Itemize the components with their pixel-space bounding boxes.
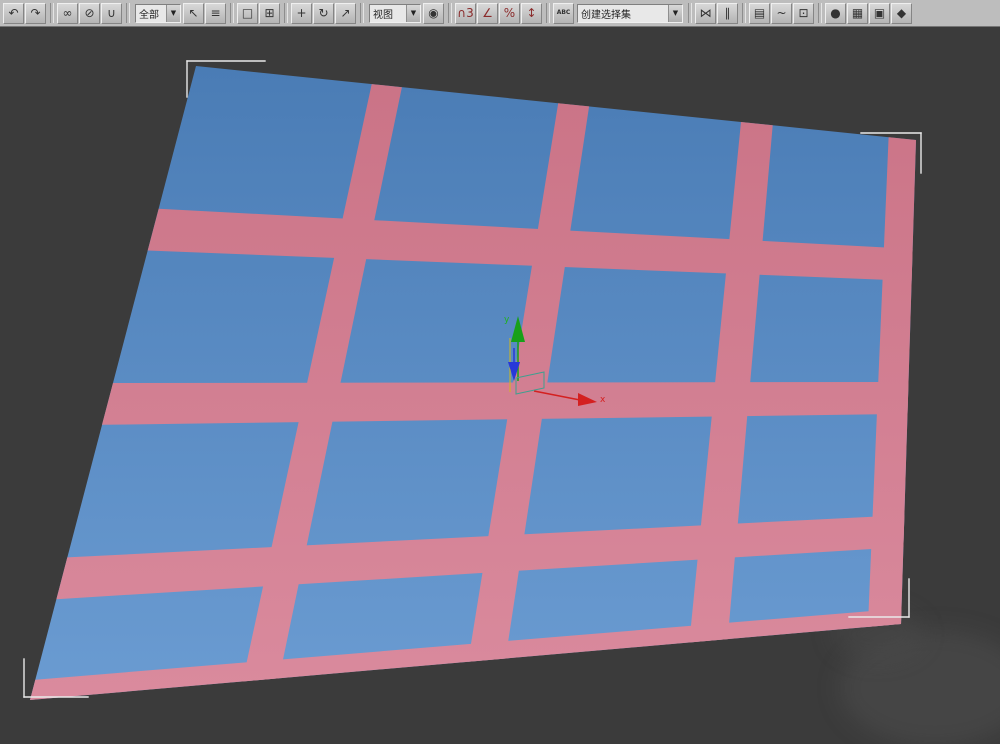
render-production-icon: ◆ <box>897 7 906 19</box>
select-and-scale-button[interactable]: ↗ <box>335 3 356 24</box>
toolbar-separator <box>284 3 288 23</box>
schematic-view-button[interactable]: ⊡ <box>793 3 814 24</box>
spinner-snap-icon: ↕ <box>526 7 536 19</box>
undo-button[interactable]: ↶ <box>3 3 24 24</box>
toolbar-separator <box>448 3 452 23</box>
layer-manager-button[interactable]: ▤ <box>749 3 770 24</box>
redo-icon: ↷ <box>30 7 40 19</box>
plane-object[interactable] <box>30 66 916 700</box>
use-pivot-center-icon: ◉ <box>428 7 438 19</box>
select-object-icon: ↖ <box>188 7 198 19</box>
angle-snap-icon: ∠ <box>482 7 493 19</box>
named-selection-sets-dropdown[interactable]: 创建选择集▼ <box>577 4 683 23</box>
layer-manager-icon: ▤ <box>754 7 765 19</box>
select-and-move-button[interactable]: + <box>291 3 312 24</box>
redo-button[interactable]: ↷ <box>25 3 46 24</box>
selection-filter-dropdown-value: 全部 <box>136 6 166 21</box>
align-button[interactable]: ∥ <box>717 3 738 24</box>
use-pivot-center-button[interactable]: ◉ <box>423 3 444 24</box>
mirror-icon: ⋈ <box>700 7 712 19</box>
selection-filter-dropdown[interactable]: 全部▼ <box>135 4 181 23</box>
material-editor-button[interactable]: ● <box>825 3 846 24</box>
main-toolbar: ↶↷∞⊘∪全部▼↖≡□⊞+↻↗视图▼◉∩3∠%↕ABC创建选择集▼⋈∥▤~⊡●▦… <box>0 0 1000 27</box>
toolbar-separator <box>360 3 364 23</box>
dropdown-arrow-icon[interactable]: ▼ <box>668 5 682 22</box>
select-and-link-icon: ∞ <box>63 7 73 19</box>
rendered-frame-button[interactable]: ▣ <box>869 3 890 24</box>
align-icon: ∥ <box>725 7 731 19</box>
select-and-scale-icon: ↗ <box>340 7 350 19</box>
rendered-frame-icon: ▣ <box>874 7 885 19</box>
bind-to-space-warp-icon: ∪ <box>107 7 116 19</box>
unlink-selection-button[interactable]: ⊘ <box>79 3 100 24</box>
curve-editor-icon: ~ <box>776 7 786 19</box>
toolbar-separator <box>126 3 130 23</box>
window-crossing-button[interactable]: ⊞ <box>259 3 280 24</box>
select-by-name-icon: ≡ <box>210 7 220 19</box>
select-and-rotate-button[interactable]: ↻ <box>313 3 334 24</box>
edit-named-selection-sets-icon: ABC <box>557 10 571 16</box>
reference-coordinate-dropdown[interactable]: 视图▼ <box>369 4 421 23</box>
gizmo-axis-label: x <box>600 395 606 405</box>
render-setup-icon: ▦ <box>852 7 863 19</box>
percent-snap-button[interactable]: % <box>499 3 520 24</box>
snap-toggle-button[interactable]: ∩3 <box>455 3 476 24</box>
edit-named-selection-sets-button[interactable]: ABC <box>553 3 574 24</box>
schematic-view-icon: ⊡ <box>798 7 808 19</box>
toolbar-separator <box>546 3 550 23</box>
reference-coordinate-dropdown-value: 视图 <box>370 6 406 21</box>
rectangular-selection-region-button[interactable]: □ <box>237 3 258 24</box>
percent-snap-icon: % <box>504 7 515 19</box>
viewport-canvas[interactable]: yx <box>0 27 1000 744</box>
toolbar-separator <box>818 3 822 23</box>
spinner-snap-button[interactable]: ↕ <box>521 3 542 24</box>
toolbar-separator <box>50 3 54 23</box>
mirror-button[interactable]: ⋈ <box>695 3 716 24</box>
rectangular-selection-region-icon: □ <box>242 7 253 19</box>
named-selection-sets-dropdown-value: 创建选择集 <box>578 6 668 21</box>
select-by-name-button[interactable]: ≡ <box>205 3 226 24</box>
perspective-viewport[interactable]: yx <box>0 27 1000 744</box>
dropdown-arrow-icon[interactable]: ▼ <box>166 5 180 22</box>
select-object-button[interactable]: ↖ <box>183 3 204 24</box>
toolbar-separator <box>688 3 692 23</box>
select-and-rotate-icon: ↻ <box>318 7 328 19</box>
window-crossing-icon: ⊞ <box>264 7 274 19</box>
unlink-selection-icon: ⊘ <box>84 7 94 19</box>
application-window: ↶↷∞⊘∪全部▼↖≡□⊞+↻↗视图▼◉∩3∠%↕ABC创建选择集▼⋈∥▤~⊡●▦… <box>0 0 1000 744</box>
curve-editor-button[interactable]: ~ <box>771 3 792 24</box>
toolbar-separator <box>230 3 234 23</box>
snap-toggle-icon: ∩3 <box>457 7 473 19</box>
render-production-button[interactable]: ◆ <box>891 3 912 24</box>
undo-icon: ↶ <box>8 7 18 19</box>
select-and-move-icon: + <box>296 7 306 19</box>
bind-to-space-warp-button[interactable]: ∪ <box>101 3 122 24</box>
gizmo-axis-label: y <box>504 315 510 325</box>
angle-snap-button[interactable]: ∠ <box>477 3 498 24</box>
select-and-link-button[interactable]: ∞ <box>57 3 78 24</box>
render-setup-button[interactable]: ▦ <box>847 3 868 24</box>
material-editor-icon: ● <box>830 7 840 19</box>
toolbar-separator <box>742 3 746 23</box>
dropdown-arrow-icon[interactable]: ▼ <box>406 5 420 22</box>
